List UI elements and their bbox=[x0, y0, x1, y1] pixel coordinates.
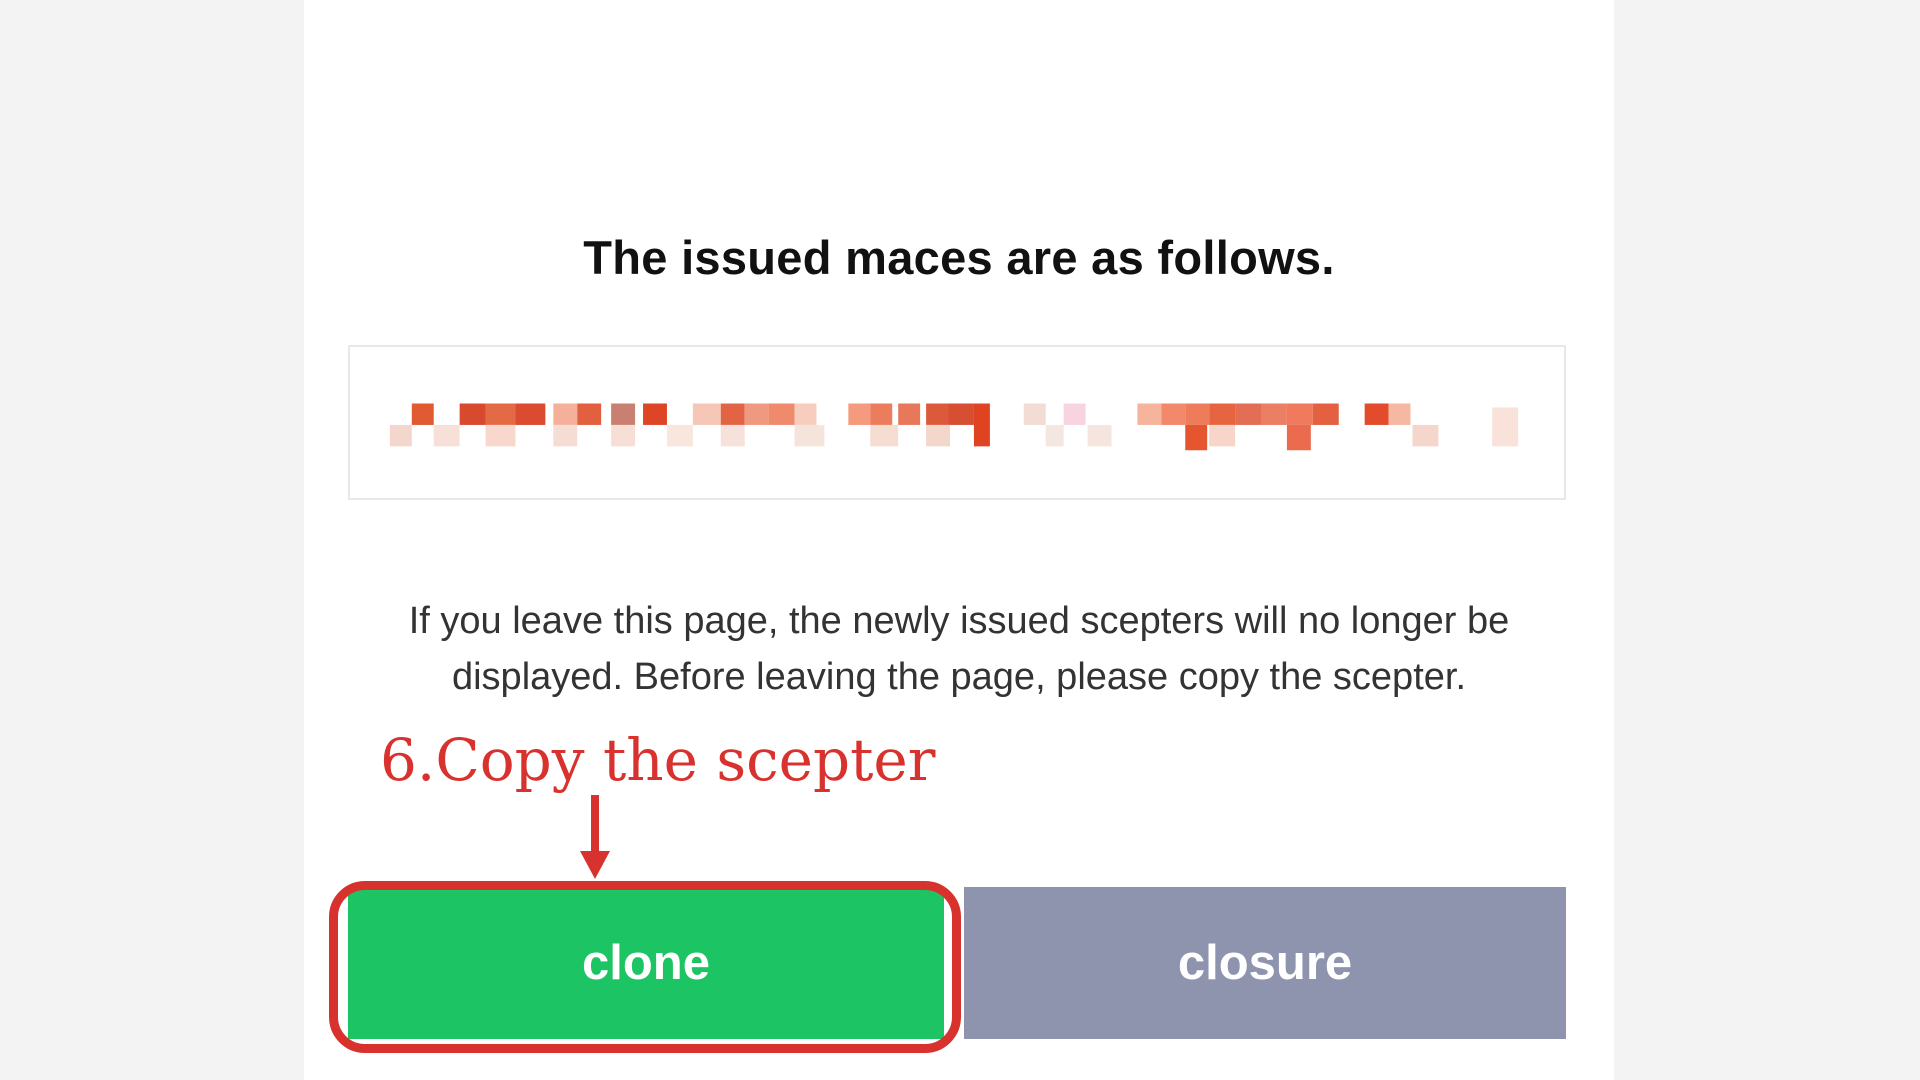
dialog-heading: The issued maces are as follows. bbox=[583, 231, 1335, 284]
warning-note-line-2: displayed. Before leaving the page, plea… bbox=[451, 656, 1466, 698]
warning-note-line-1: If you leave this page, the newly issued… bbox=[408, 600, 1510, 642]
annotation-step-label: 6.Copy the scepter bbox=[380, 726, 936, 794]
warning-note: If you leave this page, the newly issued… bbox=[344, 593, 1574, 705]
dialog-panel: The issued maces are as follows. If you … bbox=[304, 0, 1614, 1080]
closure-button[interactable]: closure bbox=[964, 887, 1566, 1039]
clone-button[interactable]: clone bbox=[348, 887, 944, 1039]
redacted-key-mosaic bbox=[389, 403, 1519, 451]
issued-key-field[interactable] bbox=[348, 345, 1566, 500]
annotation-arrow-down-icon bbox=[580, 795, 610, 879]
